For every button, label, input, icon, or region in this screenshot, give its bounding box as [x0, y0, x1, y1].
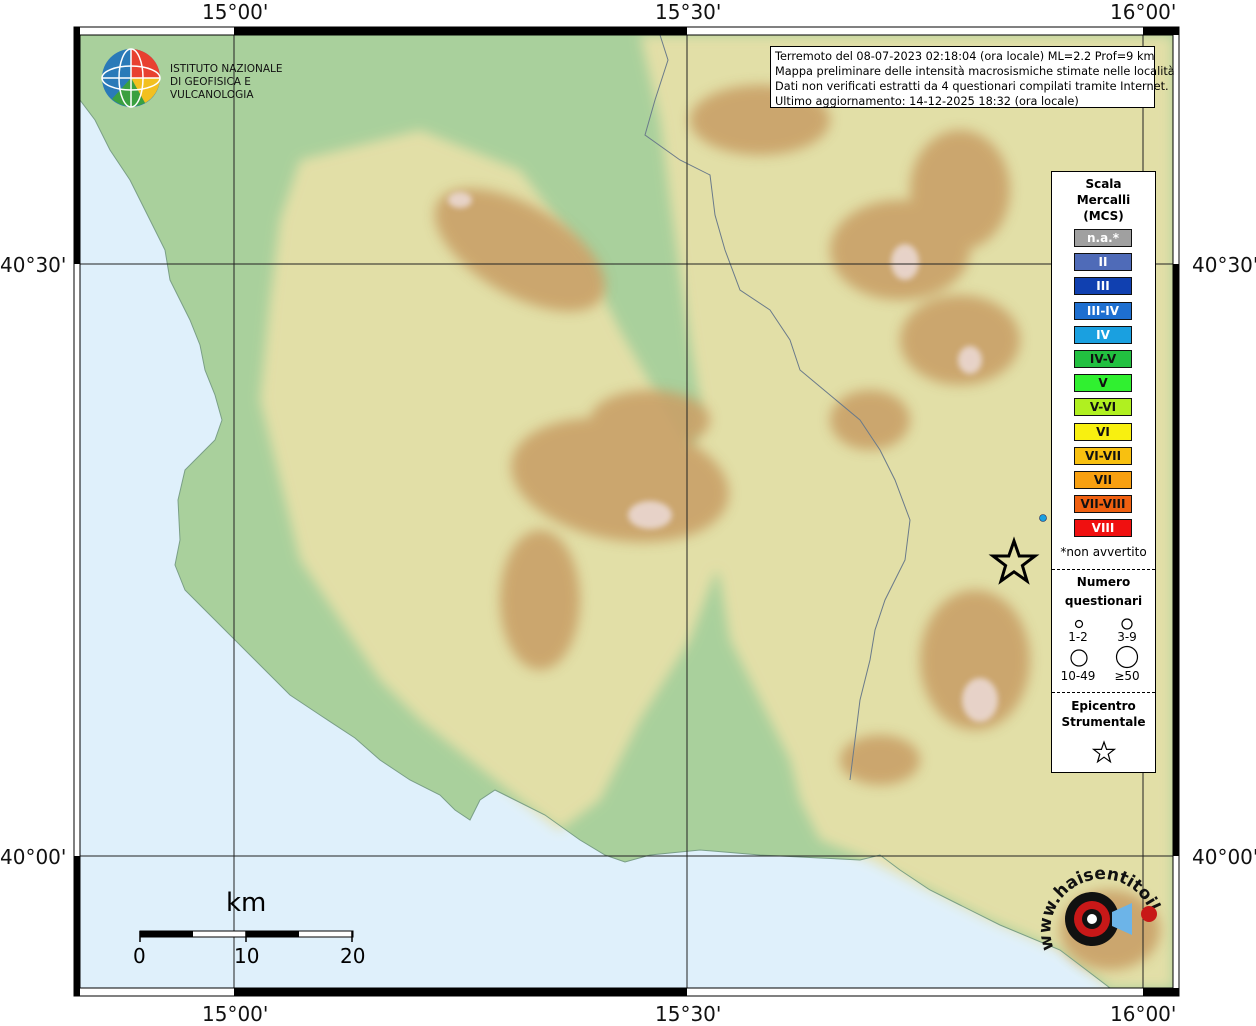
count-symbol-50	[1115, 645, 1139, 669]
count-class-label: 1-2	[1068, 630, 1088, 644]
legend-divider-2	[1052, 692, 1155, 693]
legend-title-line-3: (MCS)	[1083, 209, 1124, 223]
event-info-line-1: Terremoto del 08-07-2023 02:18:04 (ora l…	[775, 50, 1155, 63]
legend-title-line-1: Scala	[1085, 177, 1122, 191]
event-info-box: Terremoto del 08-07-2023 02:18:04 (ora l…	[770, 46, 1175, 108]
intensity-swatch: VI-VII	[1074, 446, 1132, 465]
intensity-swatch: III-IV	[1074, 301, 1132, 320]
logo-line-1: ISTITUTO NAZIONALE	[170, 63, 283, 75]
intensity-swatch: VII	[1074, 471, 1132, 489]
legend-divider-1	[1052, 569, 1155, 570]
lon-label-top-3: 16°00'	[1110, 0, 1177, 24]
count-class-label: 3-9	[1117, 630, 1137, 644]
event-info-line-2: Mappa preliminare delle intensità macros…	[775, 65, 1175, 78]
intensity-swatch: VIII	[1074, 519, 1132, 538]
intensity-swatch: II	[1074, 253, 1132, 272]
epicenter-legend-star-icon	[1091, 740, 1117, 764]
count-symbol-1-2	[1074, 619, 1084, 629]
intensity-swatch: VII-VIII	[1074, 495, 1132, 514]
lat-label-left-1: 40°30'	[0, 253, 67, 277]
lon-label-top-1: 15°00'	[202, 0, 269, 24]
lon-label-bottom-3: 16°00'	[1110, 1002, 1177, 1026]
count-class-label: ≥50	[1114, 669, 1140, 683]
epicenter-title-line-1: Epicentro	[1071, 699, 1136, 713]
epicenter-title-line-2: Strumentale	[1061, 715, 1146, 729]
ingv-logo: ISTITUTO NAZIONALE DI GEOFISICA E VULCAN…	[100, 47, 315, 109]
lon-label-bottom-1: 15°00'	[202, 1002, 269, 1026]
intensity-swatch: VI	[1074, 422, 1132, 441]
count-class-label: 10-49	[1060, 669, 1096, 683]
intensity-swatch: III	[1074, 277, 1132, 296]
count-title-line-1: Numero	[1076, 575, 1131, 589]
intensity-swatch: IV	[1074, 325, 1132, 344]
scale-tick-label: 10	[234, 944, 260, 968]
epicenter-title: Epicentro Strumentale	[1052, 698, 1155, 730]
lat-label-right-1: 40°30'	[1192, 253, 1256, 277]
ingv-globe-icon	[101, 48, 161, 108]
scale-unit-label: km	[226, 888, 267, 918]
legend: Scala Mercalli (MCS) n.a.* II III III-IV IV I…	[1051, 171, 1156, 773]
lon-label-top-2: 15°30'	[655, 0, 722, 24]
lat-label-left-2: 40°00'	[0, 845, 67, 869]
haisentito-badge[interactable]: www.haisentitoilterremoto.it	[1023, 842, 1164, 977]
count-title: Numero questionari	[1052, 573, 1155, 611]
event-info-line-3: Dati non verificati estratti da 4 questi…	[775, 80, 1169, 93]
intensity-swatch: V-VI	[1074, 398, 1132, 417]
logo-line-2: DI GEOFISICA E VULCANOLOGIA	[170, 76, 254, 101]
intensity-swatch: V	[1074, 374, 1132, 393]
legend-title-line-2: Mercalli	[1076, 193, 1131, 207]
count-symbol-3-9	[1121, 618, 1133, 630]
event-info-line-4: Ultimo aggiornamento: 14-12-2025 18:32 (…	[775, 95, 1079, 108]
count-title-line-2: questionari	[1064, 594, 1143, 608]
scale-tick-label: 20	[340, 944, 366, 968]
not-felt-note: *non avvertito	[1060, 545, 1147, 559]
lat-label-right-2: 40°00'	[1192, 845, 1256, 869]
scale-tick-label: 0	[133, 944, 146, 968]
legend-title: Scala Mercalli (MCS)	[1052, 176, 1155, 224]
intensity-swatch: IV-V	[1074, 350, 1132, 368]
observation-point[interactable]	[1039, 514, 1047, 522]
lon-label-bottom-2: 15°30'	[655, 1002, 722, 1026]
haisentito-logo-icon: www.haisentitoilterremoto.it	[1023, 842, 1164, 952]
intensity-swatch: n.a.*	[1074, 229, 1132, 247]
count-symbol-10-49	[1070, 649, 1088, 667]
